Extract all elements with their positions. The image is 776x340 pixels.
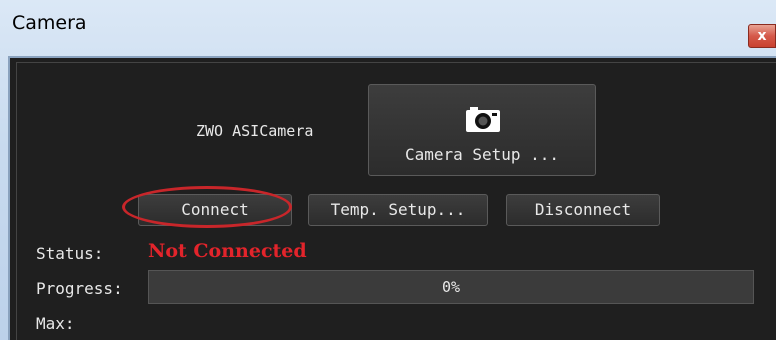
camera-name: ZWO ASICamera xyxy=(196,122,314,140)
window-title: Camera xyxy=(12,12,87,34)
close-icon: x xyxy=(757,28,767,44)
progress-text: 0% xyxy=(441,278,461,296)
close-button[interactable]: x xyxy=(748,24,776,48)
disconnect-button[interactable]: Disconnect xyxy=(506,194,660,226)
progress-label: Progress: xyxy=(36,279,123,298)
max-label: Max: xyxy=(36,314,75,333)
status-value: Not Connected xyxy=(148,240,307,262)
title-bar[interactable]: Camera x xyxy=(0,0,776,48)
camera-window: Camera x ZWO ASICamera Camera Setup ... … xyxy=(0,0,776,340)
camera-setup-button[interactable]: Camera Setup ... xyxy=(368,84,596,176)
disconnect-label: Disconnect xyxy=(534,200,632,219)
progress-bar: 0% xyxy=(148,270,754,304)
status-label: Status: xyxy=(36,244,104,263)
camera-icon xyxy=(466,107,500,132)
temp-setup-label: Temp. Setup... xyxy=(330,200,466,219)
camera-setup-label: Camera Setup ... xyxy=(404,145,560,164)
temp-setup-button[interactable]: Temp. Setup... xyxy=(308,194,488,226)
connect-highlight-annotation xyxy=(122,186,292,228)
